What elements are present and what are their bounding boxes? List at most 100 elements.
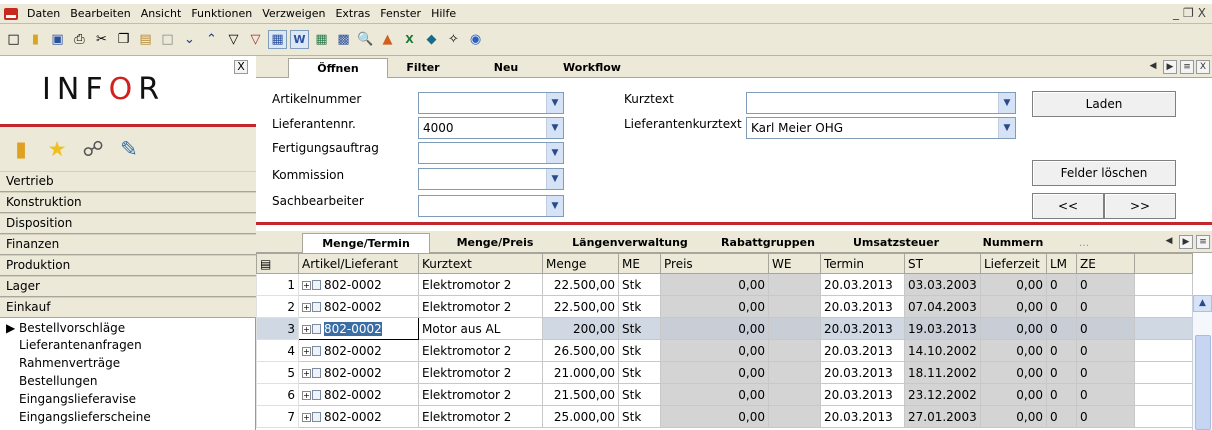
chevron-down-icon[interactable]: ▼: [546, 143, 563, 163]
nav-item-eingangslieferscheine[interactable]: Eingangslieferscheine: [19, 410, 151, 424]
st-cell[interactable]: 23.12.2002: [904, 383, 981, 406]
tab-list-icon[interactable]: ≡: [1180, 60, 1194, 74]
next-button[interactable]: >>: [1104, 193, 1176, 219]
expand-icon[interactable]: +: [302, 280, 311, 290]
table-row[interactable]: 6 +802-0002 Elektromotor 2 21.500,00 Stk 0,00…: [256, 383, 1193, 406]
lieferzeit-cell[interactable]: 0,00: [980, 273, 1047, 296]
kommission-combo[interactable]: ▼: [418, 168, 564, 190]
menu-verzweigen[interactable]: Verzweigen: [257, 7, 330, 20]
menu-funktionen[interactable]: Funktionen: [186, 7, 257, 20]
print-icon[interactable]: ⎙: [70, 30, 89, 49]
kurztext-combo[interactable]: ▼: [746, 92, 1016, 114]
menge-cell[interactable]: 21.500,00: [542, 383, 619, 406]
menu-fenster[interactable]: Fenster: [375, 7, 426, 20]
notes-icon[interactable]: ✎: [116, 136, 142, 162]
row-number[interactable]: 6: [256, 383, 299, 406]
nav-item-eingangslieferavise[interactable]: Eingangslieferavise: [19, 392, 136, 406]
row-number[interactable]: 4: [256, 339, 299, 362]
lm-cell[interactable]: 0: [1046, 383, 1077, 406]
chevron-up-icon[interactable]: ⌃: [202, 30, 221, 49]
st-cell[interactable]: 18.11.2002: [904, 361, 981, 384]
artikel-cell[interactable]: +802-0002: [298, 383, 419, 406]
fertigungsauftrag-combo[interactable]: ▼: [418, 142, 564, 164]
me-cell[interactable]: Stk: [618, 273, 661, 296]
blank-icon[interactable]: □: [158, 30, 177, 49]
lieferzeit-cell[interactable]: 0,00: [980, 317, 1047, 340]
table-row[interactable]: 1 +802-0002 Elektromotor 2 22.500,00 Stk 0,00…: [256, 273, 1193, 296]
chart-icon[interactable]: ▲: [378, 30, 397, 49]
row-number[interactable]: 2: [256, 295, 299, 318]
folder-icon[interactable]: ▮: [8, 136, 34, 162]
we-cell[interactable]: [768, 295, 821, 318]
sachbearbeiter-combo[interactable]: ▼: [418, 195, 564, 217]
expand-icon[interactable]: +: [302, 302, 311, 312]
menge-cell[interactable]: 22.500,00: [542, 295, 619, 318]
felder-loeschen-button[interactable]: Felder löschen: [1032, 160, 1176, 186]
app-icon[interactable]: [4, 7, 18, 20]
tab-more[interactable]: ...: [1064, 233, 1104, 253]
lm-cell[interactable]: 0: [1046, 273, 1077, 296]
artikel-cell[interactable]: +802-0002: [298, 339, 419, 362]
kurztext-cell[interactable]: Elektromotor 2: [418, 405, 543, 428]
me-cell[interactable]: Stk: [618, 339, 661, 362]
tab-filter[interactable]: Filter: [388, 58, 458, 78]
nav-produktion[interactable]: Produktion: [0, 255, 256, 276]
help-icon[interactable]: ◉: [466, 30, 485, 49]
nav-lager[interactable]: Lager: [0, 276, 256, 297]
filter-icon[interactable]: ▽: [224, 30, 243, 49]
table-view-icon[interactable]: ▦: [268, 30, 287, 49]
lm-cell[interactable]: 0: [1046, 339, 1077, 362]
menu-extras[interactable]: Extras: [330, 7, 375, 20]
nav-item-bestellvorschlaege[interactable]: ▶ Bestellvorschläge: [6, 321, 125, 335]
lieferzeit-cell[interactable]: 0,00: [980, 361, 1047, 384]
tab-laengenverwaltung[interactable]: Längenverwaltung: [568, 233, 692, 253]
we-cell[interactable]: [768, 361, 821, 384]
tab-scroll-left-icon[interactable]: ◀: [1162, 235, 1176, 249]
expand-icon[interactable]: +: [302, 324, 311, 334]
ze-cell[interactable]: 0: [1076, 295, 1135, 318]
ze-cell[interactable]: 0: [1076, 317, 1135, 340]
tab-scroll-right-icon[interactable]: ▶: [1163, 60, 1177, 74]
kurztext-cell[interactable]: Elektromotor 2: [418, 361, 543, 384]
menu-bearbeiten[interactable]: Bearbeiten: [65, 7, 135, 20]
nav-disposition[interactable]: Disposition: [0, 213, 256, 234]
tab-list-icon[interactable]: ≡: [1196, 235, 1210, 249]
menu-ansicht[interactable]: Ansicht: [136, 7, 187, 20]
close-panel-button[interactable]: X: [234, 60, 248, 74]
me-cell[interactable]: Stk: [618, 295, 661, 318]
chevron-down-icon[interactable]: ⌄: [180, 30, 199, 49]
chevron-down-icon[interactable]: ▼: [546, 93, 563, 113]
expand-icon[interactable]: +: [302, 390, 311, 400]
tab-umsatzsteuer[interactable]: Umsatzsteuer: [846, 233, 946, 253]
chevron-down-icon[interactable]: ▼: [546, 196, 563, 216]
lm-cell[interactable]: 0: [1046, 317, 1077, 340]
ze-cell[interactable]: 0: [1076, 383, 1135, 406]
lm-cell[interactable]: 0: [1046, 295, 1077, 318]
artikel-cell[interactable]: +802-0002: [298, 361, 419, 384]
vertical-scrollbar[interactable]: ▲: [1192, 295, 1212, 430]
kurztext-cell[interactable]: Elektromotor 2: [418, 295, 543, 318]
preis-cell[interactable]: 0,00: [660, 273, 769, 296]
table-row[interactable]: 4 +802-0002 Elektromotor 2 26.500,00 Stk 0,00…: [256, 339, 1193, 362]
sip-icon[interactable]: ✧: [444, 30, 463, 49]
previous-button[interactable]: <<: [1032, 193, 1104, 219]
chevron-down-icon[interactable]: ▼: [546, 118, 563, 138]
table-row[interactable]: 2 +802-0002 Elektromotor 2 22.500,00 Stk 0,00…: [256, 295, 1193, 318]
lm-cell[interactable]: 0: [1046, 405, 1077, 428]
kurztext-cell[interactable]: Elektromotor 2: [418, 339, 543, 362]
st-cell[interactable]: 27.01.2003: [904, 405, 981, 428]
menge-cell[interactable]: 21.000,00: [542, 361, 619, 384]
st-cell[interactable]: 03.03.2003: [904, 273, 981, 296]
lieferantennr-combo[interactable]: 4000 ▼: [418, 117, 564, 139]
st-cell[interactable]: 07.04.2003: [904, 295, 981, 318]
diamond-icon[interactable]: ◆: [422, 30, 441, 49]
artikelnummer-combo[interactable]: ▼: [418, 92, 564, 114]
we-cell[interactable]: [768, 317, 821, 340]
menge-cell[interactable]: 25.000,00: [542, 405, 619, 428]
save-icon[interactable]: ▣: [48, 30, 67, 49]
excel-icon[interactable]: X: [400, 30, 419, 49]
col-header-preis[interactable]: Preis: [660, 253, 769, 274]
empty-cell[interactable]: [1134, 317, 1193, 340]
preis-cell[interactable]: 0,00: [660, 339, 769, 362]
col-header-termin[interactable]: Termin: [820, 253, 905, 274]
